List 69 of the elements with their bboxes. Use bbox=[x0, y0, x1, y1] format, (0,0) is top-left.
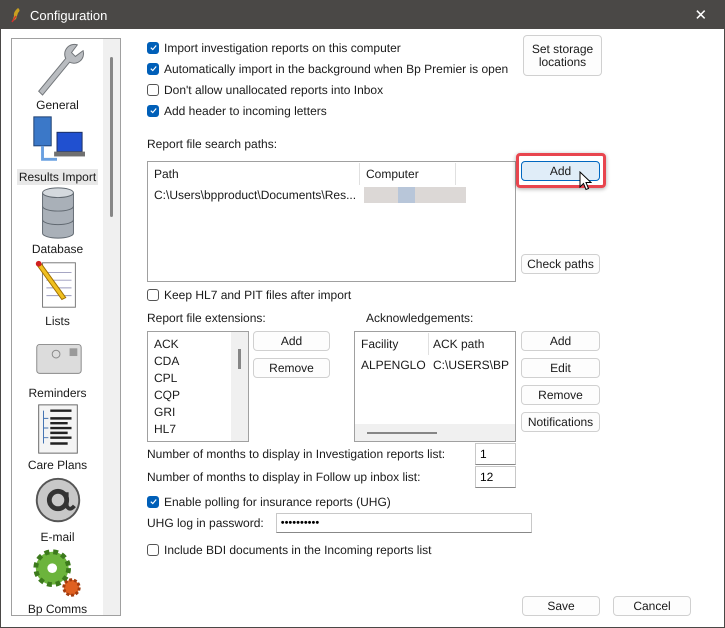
checkbox-label: Don't allow unallocated reports into Inbox bbox=[164, 82, 384, 96]
acknowledgement-button[interactable]: Add bbox=[521, 331, 600, 351]
checkbox[interactable] bbox=[147, 544, 159, 556]
table-cell-text: C:\Users\bpproduct\Documents\Res... bbox=[153, 188, 358, 202]
check-paths-button[interactable]: Check paths bbox=[521, 254, 600, 274]
column-header[interactable]: Path bbox=[148, 163, 360, 185]
checkbox[interactable] bbox=[147, 62, 159, 74]
checkbox[interactable] bbox=[147, 42, 159, 54]
scrollbar[interactable] bbox=[231, 332, 248, 441]
checkbox-label: Add header to incoming letters bbox=[164, 104, 327, 118]
scrollbar-thumb[interactable] bbox=[110, 57, 113, 217]
cursor-icon bbox=[579, 171, 592, 191]
field-label: Number of months to display in Follow up inbox list: bbox=[147, 470, 420, 484]
window-title: Configuration bbox=[30, 8, 108, 22]
footer-button[interactable]: Save bbox=[522, 596, 600, 616]
months-input-field[interactable]: 12 bbox=[475, 466, 516, 488]
footer-button[interactable]: Cancel bbox=[613, 596, 691, 616]
close-button[interactable]: ✕ bbox=[678, 1, 724, 29]
acknowledgement-button[interactable]: Remove bbox=[521, 385, 600, 405]
months-input-field[interactable]: 1 bbox=[475, 442, 516, 464]
section-label: Report file search paths: bbox=[147, 137, 278, 151]
sidebar-item[interactable]: E-mail bbox=[38, 529, 76, 545]
checkbox[interactable] bbox=[147, 496, 159, 508]
checkbox[interactable] bbox=[147, 84, 159, 96]
add-button[interactable]: Add bbox=[521, 161, 600, 181]
checkbox[interactable] bbox=[147, 104, 159, 116]
extension-button[interactable]: Remove bbox=[253, 358, 330, 378]
checkbox-label: Enable polling for insurance reports (UHG) bbox=[164, 494, 391, 508]
sidebar-item[interactable]: Bp Comms bbox=[26, 601, 90, 617]
section-label: Acknowledgements: bbox=[366, 311, 474, 325]
section-label: Report file extensions: bbox=[147, 311, 267, 325]
checkbox-label: Keep HL7 and PIT files after import bbox=[164, 288, 352, 302]
bird-icon bbox=[10, 7, 22, 23]
list-item[interactable]: GRI bbox=[154, 404, 231, 421]
field-label: UHG log in password: bbox=[147, 516, 264, 530]
list-item[interactable]: ACK bbox=[154, 336, 231, 353]
extension-button[interactable]: Add bbox=[253, 331, 330, 351]
password-field[interactable]: •••••••••• bbox=[276, 513, 532, 533]
checkbox-label: Include BDI documents in the Incoming reports list bbox=[164, 542, 432, 556]
sidebar-item[interactable]: Database bbox=[30, 241, 86, 257]
scrollbar-thumb[interactable] bbox=[238, 349, 241, 369]
checkbox-label: Import investigation reports on this computer bbox=[164, 40, 401, 54]
column-header[interactable]: Facility bbox=[355, 333, 429, 355]
scrollbar[interactable] bbox=[355, 424, 515, 441]
table-cell-text: C:\USERS\BP bbox=[432, 358, 510, 372]
scrollbar-thumb[interactable] bbox=[367, 432, 437, 434]
field-label: Number of months to display in Investigation reports list: bbox=[147, 446, 446, 460]
sidebar-item[interactable]: Results Import bbox=[16, 169, 98, 185]
list-item[interactable]: CDA bbox=[154, 353, 231, 370]
checkbox-label: Automatically import in the background when Bp Premier is open bbox=[164, 62, 508, 76]
sidebar-item[interactable]: Lists bbox=[43, 313, 72, 329]
checkbox[interactable] bbox=[147, 288, 159, 300]
list-item[interactable]: HL7 bbox=[154, 421, 231, 438]
set-storage-locations-button[interactable]: Set storage locations bbox=[523, 35, 602, 76]
list-item[interactable]: CPL bbox=[154, 370, 231, 387]
table-cell-text: ALPENGLO bbox=[360, 358, 427, 372]
column-header[interactable]: Computer bbox=[360, 163, 456, 185]
sidebar-item[interactable]: General bbox=[34, 97, 81, 113]
scrollbar[interactable] bbox=[103, 39, 120, 615]
sidebar-item[interactable]: Reminders bbox=[26, 385, 89, 401]
acknowledgement-button[interactable]: Edit bbox=[521, 358, 600, 378]
check-icon bbox=[148, 106, 158, 115]
sidebar-item[interactable]: Care Plans bbox=[26, 457, 90, 473]
acknowledgement-button[interactable]: Notifications bbox=[521, 412, 600, 432]
list-item[interactable]: CQP bbox=[154, 387, 231, 404]
check-icon bbox=[148, 64, 158, 73]
column-header[interactable]: ACK path bbox=[429, 333, 515, 355]
check-icon bbox=[148, 43, 158, 52]
check-icon bbox=[148, 497, 158, 506]
